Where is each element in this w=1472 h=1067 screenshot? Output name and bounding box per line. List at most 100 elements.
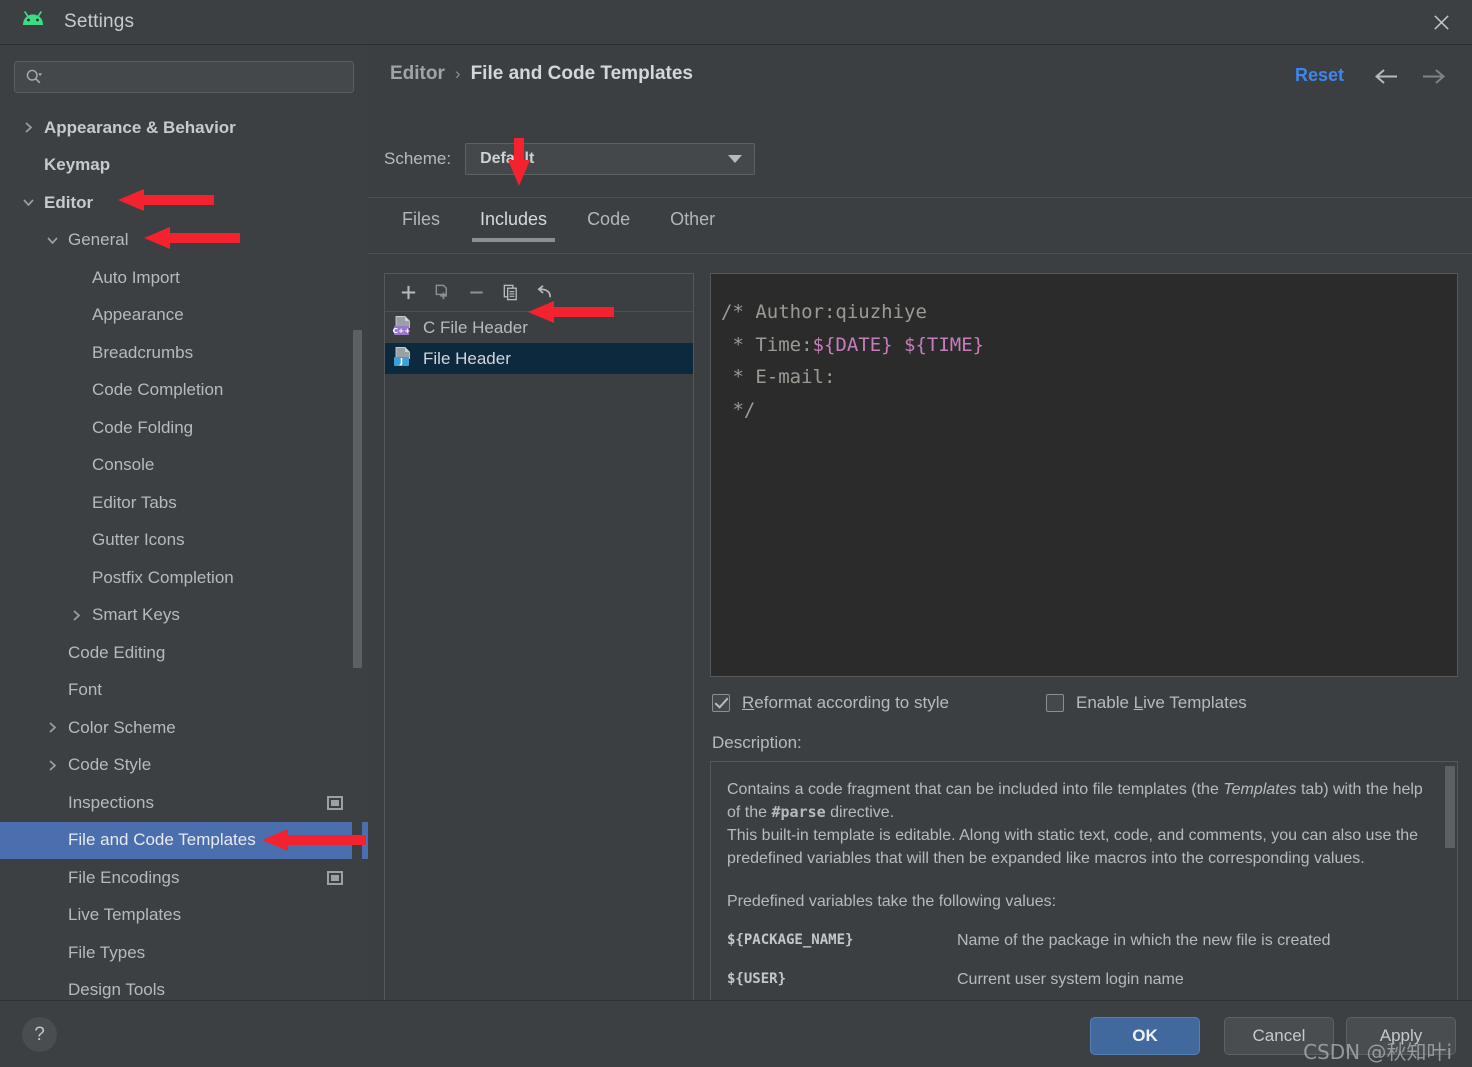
sidebar-item-label: Appearance	[92, 305, 184, 325]
predefined-variables-table: ${PACKAGE_NAME} Name of the package in wh…	[727, 929, 1431, 991]
reformat-checkbox-label: Reformat according to style	[742, 693, 949, 713]
arrow-right-icon[interactable]	[1420, 63, 1448, 89]
ok-button[interactable]: OK	[1090, 1017, 1200, 1055]
chevron-right-icon[interactable]	[22, 121, 35, 134]
sidebar-item-gutter-icons[interactable]: Gutter Icons	[0, 522, 368, 560]
code-text: /* Author:qiuzhiye	[721, 301, 927, 323]
template-code-editor[interactable]: /* Author:qiuzhiye * Time:${DATE} ${TIME…	[710, 273, 1458, 677]
live-templates-label-before: Enable	[1076, 693, 1134, 712]
sidebar-scrollbar-thumb[interactable]	[353, 330, 362, 668]
project-scope-icon	[327, 870, 343, 885]
template-list-item[interactable]: C++ C File Header	[385, 312, 693, 343]
sidebar-scrollbar[interactable]	[352, 109, 362, 1000]
template-list-toolbar	[385, 274, 693, 312]
template-list: C++ C File Header J File Header	[385, 312, 693, 374]
live-templates-mnemonic: L	[1133, 693, 1144, 712]
sidebar-item-label: Code Folding	[92, 417, 194, 437]
sidebar-item-keymap[interactable]: Keymap	[0, 147, 368, 185]
sidebar-item-appearance[interactable]: Appearance	[0, 297, 368, 335]
description-scrollbar-thumb[interactable]	[1445, 766, 1455, 848]
tab-files[interactable]: Files	[382, 203, 460, 242]
code-line: */	[721, 394, 1457, 427]
help-button[interactable]: ?	[22, 1017, 57, 1052]
sidebar-item-code-style[interactable]: Code Style	[0, 747, 368, 785]
chevron-down-icon[interactable]	[46, 234, 59, 247]
sidebar-item-label: Design Tools	[68, 980, 166, 1000]
enable-live-templates-checkbox[interactable]: Enable Live Templates	[1046, 693, 1247, 713]
add-template-button[interactable]	[393, 279, 423, 307]
file-template-icon: C++	[393, 315, 423, 341]
apply-button[interactable]: Apply	[1346, 1017, 1456, 1055]
sidebar-item-file-encodings[interactable]: File Encodings	[0, 859, 368, 897]
cancel-button[interactable]: Cancel	[1224, 1017, 1334, 1055]
sidebar-item-console[interactable]: Console	[0, 447, 368, 485]
sidebar-item-label: Font	[68, 680, 103, 700]
sidebar-item-design-tools[interactable]: Design Tools	[0, 972, 368, 1001]
sidebar-item-font[interactable]: Font	[0, 672, 368, 710]
scheme-selected-value: Default	[480, 150, 535, 167]
remove-template-button[interactable]	[461, 279, 491, 307]
tabs-top-divider	[368, 197, 1472, 198]
chevron-right-icon[interactable]	[46, 759, 59, 772]
sidebar-item-file-and-code-templates[interactable]: File and Code Templates	[0, 821, 368, 859]
code-text: */	[721, 398, 756, 421]
copy-template-button[interactable]	[495, 279, 525, 307]
tab-other[interactable]: Other	[650, 203, 735, 242]
tab-code[interactable]: Code	[567, 203, 650, 242]
reset-template-button[interactable]	[529, 279, 559, 307]
sidebar-item-label: Keymap	[44, 155, 111, 175]
chevron-right-icon[interactable]	[46, 721, 59, 734]
sidebar-item-label: Live Templates	[68, 905, 182, 925]
sidebar-item-color-scheme[interactable]: Color Scheme	[0, 709, 368, 747]
close-icon[interactable]	[1410, 0, 1472, 44]
settings-main-panel: Editor › File and Code Templates Reset S…	[368, 45, 1472, 1025]
breadcrumb-separator: ›	[454, 64, 461, 83]
sidebar-item-general[interactable]: General	[0, 222, 368, 260]
sidebar-item-code-editing[interactable]: Code Editing	[0, 634, 368, 672]
scheme-dropdown[interactable]: Default	[465, 143, 756, 175]
chevron-down-icon[interactable]	[22, 196, 35, 209]
variable-row: ${PACKAGE_NAME} Name of the package in wh…	[727, 929, 1431, 952]
sidebar-item-smart-keys[interactable]: Smart Keys	[0, 597, 368, 635]
sidebar-item-label: File Encodings	[68, 867, 180, 887]
chevron-right-icon[interactable]	[70, 609, 83, 622]
android-logo-icon	[0, 11, 48, 33]
tab-includes[interactable]: Includes	[460, 203, 567, 242]
svg-text:C++: C++	[393, 326, 410, 335]
sidebar-item-label: Postfix Completion	[92, 567, 234, 587]
sidebar-item-auto-import[interactable]: Auto Import	[0, 259, 368, 297]
search-input[interactable]	[43, 69, 353, 85]
scheme-row: Scheme: Default	[384, 143, 756, 175]
sidebar-item-label: General	[68, 230, 129, 250]
sidebar-item-live-templates[interactable]: Live Templates	[0, 897, 368, 935]
reset-link[interactable]: Reset	[1295, 65, 1344, 86]
breadcrumb-root[interactable]: Editor	[390, 63, 445, 85]
breadcrumb: Editor › File and Code Templates	[390, 63, 693, 85]
sidebar-item-postfix-completion[interactable]: Postfix Completion	[0, 559, 368, 597]
reformat-mnemonic: R	[742, 693, 755, 712]
sidebar-item-label: Gutter Icons	[92, 530, 185, 550]
template-list-item-label: C File Header	[423, 317, 528, 337]
sidebar-item-appearance-behavior[interactable]: Appearance & Behavior	[0, 109, 368, 147]
arrow-left-icon[interactable]	[1372, 63, 1400, 89]
template-list-item[interactable]: J File Header	[385, 343, 693, 374]
sidebar-item-editor[interactable]: Editor	[0, 184, 368, 222]
reformat-according-to-style-checkbox[interactable]: Reformat according to style	[712, 693, 949, 713]
sidebar-item-label: File and Code Templates	[68, 830, 256, 850]
file-template-icon: J	[393, 346, 423, 372]
desc-p1-a: Contains a code fragment that can be inc…	[727, 781, 1224, 798]
sidebar-item-code-folding[interactable]: Code Folding	[0, 409, 368, 447]
checkbox-box-live-templates[interactable]	[1046, 694, 1064, 712]
search-field[interactable]	[14, 61, 354, 93]
template-list-panel: C++ C File Header J File Header	[384, 273, 694, 1025]
sidebar-item-editor-tabs[interactable]: Editor Tabs	[0, 484, 368, 522]
sidebar-item-inspections[interactable]: Inspections	[0, 784, 368, 822]
checkbox-box-reformat[interactable]	[712, 694, 730, 712]
sidebar-item-code-completion[interactable]: Code Completion	[0, 372, 368, 410]
sidebar-item-file-types[interactable]: File Types	[0, 934, 368, 972]
sidebar-item-breadcrumbs[interactable]: Breadcrumbs	[0, 334, 368, 372]
variable-name: ${USER}	[727, 971, 787, 987]
create-child-template-button[interactable]	[427, 279, 457, 307]
description-scrollbar[interactable]	[1443, 763, 1456, 1024]
sidebar-item-label: Inspections	[68, 792, 154, 812]
